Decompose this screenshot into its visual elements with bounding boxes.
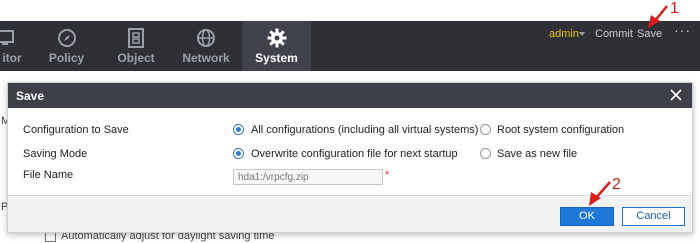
- overwrite-config-radio[interactable]: [233, 148, 244, 159]
- more-icon[interactable]: ···: [674, 22, 691, 38]
- tab-system[interactable]: System: [242, 21, 311, 71]
- close-icon[interactable]: [668, 87, 684, 103]
- all-configurations-label[interactable]: All configurations (including all virtua…: [251, 124, 478, 136]
- all-configurations-radio[interactable]: [233, 124, 244, 135]
- annotation-arrow-1-icon: [648, 5, 668, 28]
- globe-icon: [197, 29, 215, 47]
- tab-policy-label: Policy: [48, 51, 85, 65]
- cancel-button[interactable]: Cancel: [622, 207, 685, 226]
- gear-icon: [267, 28, 286, 48]
- save-dialog: Save Configuration to Save All configura…: [7, 82, 693, 233]
- tab-object-label: Object: [117, 51, 155, 65]
- compass-icon: [57, 29, 76, 47]
- save-as-new-file-label[interactable]: Save as new file: [497, 148, 577, 160]
- config-to-save-label: Configuration to Save: [23, 124, 129, 136]
- object-icon: [128, 28, 144, 48]
- chevron-down-icon[interactable]: [579, 32, 585, 36]
- dialog-title: Save: [16, 89, 45, 103]
- monitor-icon: [0, 30, 14, 45]
- annotation-arrow-2-icon: [589, 181, 611, 206]
- root-configuration-label[interactable]: Root system configuration: [497, 124, 624, 136]
- user-menu[interactable]: admin: [549, 28, 579, 40]
- file-name-label: File Name: [23, 169, 74, 181]
- required-mark: *: [385, 169, 390, 181]
- ok-button[interactable]: OK: [560, 207, 614, 226]
- tab-policy[interactable]: Policy: [44, 21, 89, 71]
- tab-monitor-label: itor: [2, 51, 22, 65]
- save-as-new-file-radio[interactable]: [480, 148, 491, 159]
- tab-object[interactable]: Object: [112, 21, 160, 71]
- overwrite-config-label[interactable]: Overwrite configuration file for next st…: [251, 148, 458, 160]
- root-configuration-radio[interactable]: [480, 124, 491, 135]
- top-strip: [0, 0, 700, 21]
- annotation-step-1: 1: [670, 0, 679, 17]
- tab-network-label: Network: [182, 51, 230, 65]
- dialog-header: Save: [8, 83, 692, 108]
- tab-system-label: System: [255, 51, 298, 65]
- commit-link[interactable]: Commit: [595, 28, 633, 40]
- tab-network[interactable]: Network: [180, 21, 232, 71]
- file-name-input[interactable]: [233, 169, 383, 185]
- tab-monitor[interactable]: itor: [0, 21, 28, 71]
- annotation-step-2: 2: [612, 176, 621, 193]
- saving-mode-label: Saving Mode: [23, 148, 88, 160]
